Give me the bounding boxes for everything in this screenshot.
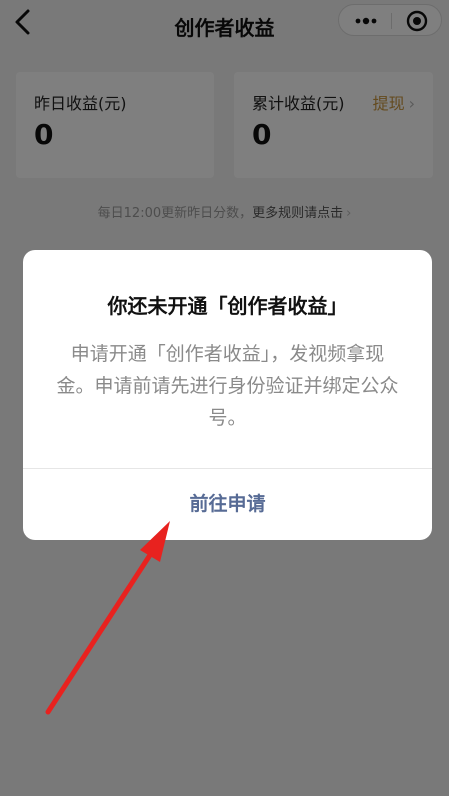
dialog-title: 你还未开通「创作者收益」 [107, 294, 348, 318]
dialog-body: 申请开通「创作者收益」，发视频拿现金。申请前请先进行身份验证并绑定公众号。 [56, 343, 399, 429]
activation-dialog: 你还未开通「创作者收益」 申请开通「创作者收益」，发视频拿现金。申请前请先进行身… [23, 250, 432, 540]
apply-button[interactable]: 前往申请 [23, 469, 432, 540]
